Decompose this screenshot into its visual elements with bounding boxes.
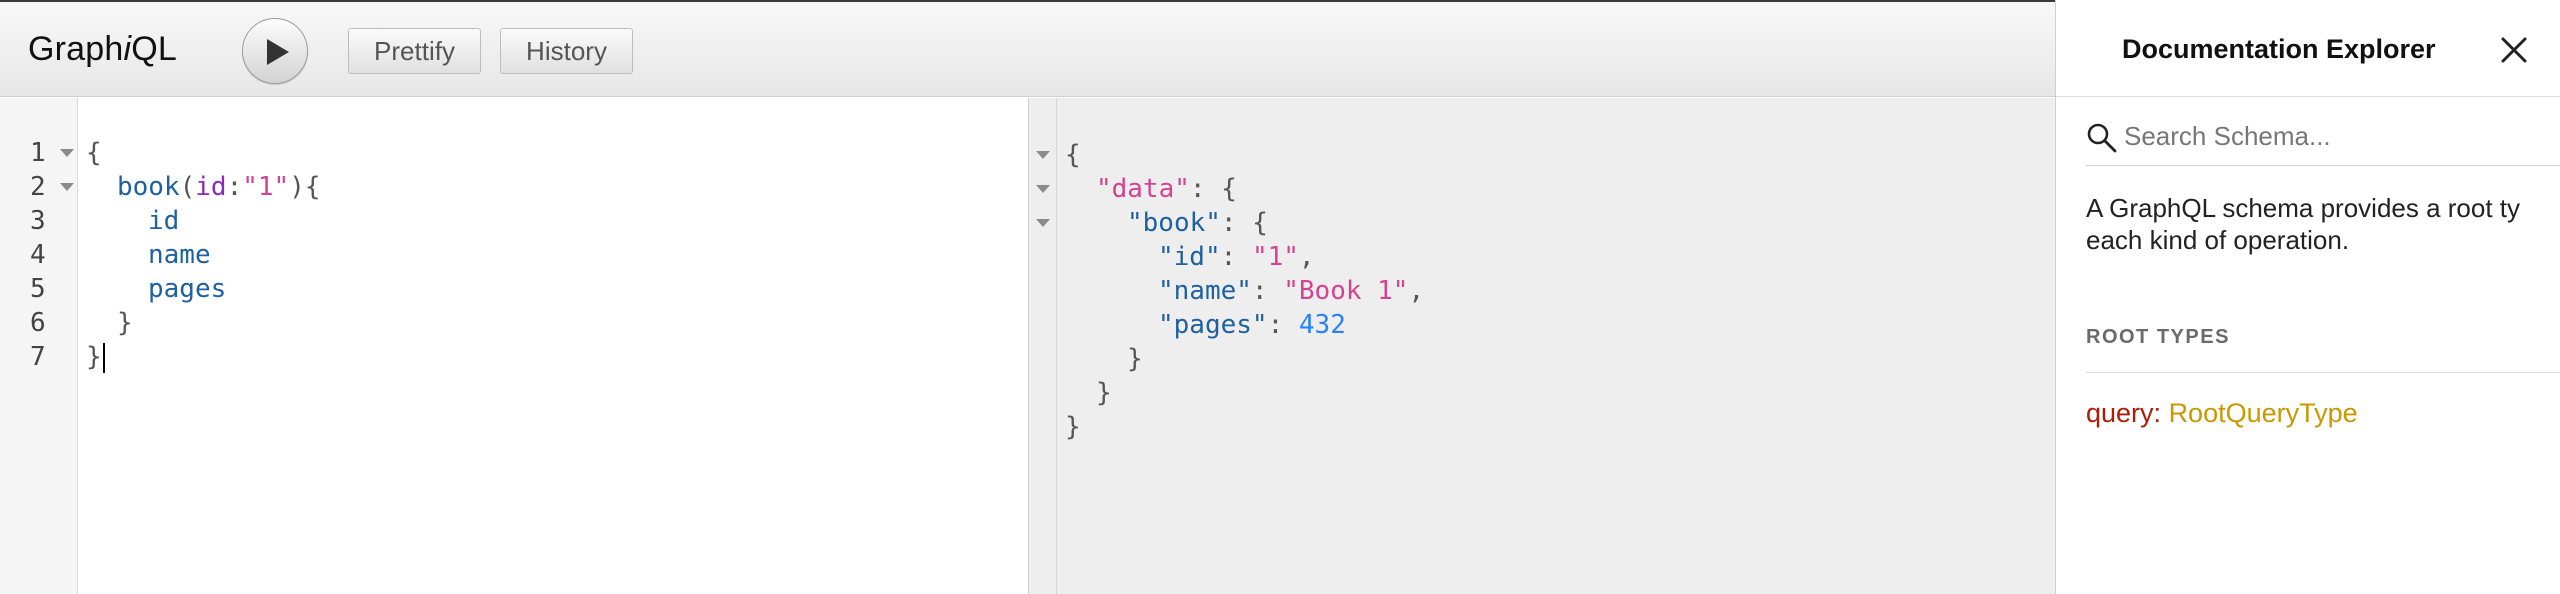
code-token: pages xyxy=(148,274,227,304)
code-token: ( xyxy=(179,172,196,202)
line-number: 4 xyxy=(30,240,46,270)
result-line: "book": { xyxy=(1127,206,1268,240)
code-token: : { xyxy=(1220,208,1268,238)
root-type-query: query: RootQueryType xyxy=(2086,398,2358,429)
code-line: id xyxy=(148,204,179,238)
code-token: } xyxy=(1127,344,1143,374)
line-number: 2 xyxy=(30,172,46,202)
code-token: } xyxy=(86,342,102,372)
code-token: , xyxy=(1298,242,1315,272)
section-divider xyxy=(2086,372,2560,373)
code-token: ){ xyxy=(289,172,321,202)
line-number: 7 xyxy=(30,342,46,372)
line-number: 1 xyxy=(30,138,46,168)
code-token: : xyxy=(226,172,243,202)
code-token: name xyxy=(148,240,211,270)
fold-arrow-icon[interactable] xyxy=(60,183,74,191)
code-line: name xyxy=(148,238,211,272)
result-line: } xyxy=(1065,410,1081,444)
close-icon[interactable] xyxy=(2500,36,2528,64)
docs-header: Documentation Explorer xyxy=(2056,0,2560,97)
run-query-button[interactable] xyxy=(242,18,308,84)
docs-description-line: each kind of operation. xyxy=(2086,225,2350,255)
search-icon xyxy=(2087,123,2117,153)
fold-arrow-icon[interactable] xyxy=(60,149,74,157)
code-token: "Book 1" xyxy=(1283,276,1409,306)
code-token: "book" xyxy=(1127,208,1221,238)
code-token: } xyxy=(117,308,133,338)
code-token: id xyxy=(195,172,227,202)
docs-title: Documentation Explorer xyxy=(2122,34,2436,64)
title-suffix: QL xyxy=(131,30,178,68)
top-bar: GraphiQL Prettify History xyxy=(0,0,2055,97)
documentation-explorer: Documentation Explorer A GraphQL schema … xyxy=(2055,0,2560,594)
code-token: id xyxy=(148,206,180,236)
docs-search xyxy=(2086,114,2560,166)
search-schema-input[interactable] xyxy=(2124,116,2554,156)
result-viewer[interactable]: { "data": { "book": { "id": "1", "name":… xyxy=(1028,98,2055,594)
result-line: "id": "1", xyxy=(1158,240,1315,274)
result-line: "data": { xyxy=(1096,172,1237,206)
code-token: } xyxy=(1065,412,1081,442)
code-token: "name" xyxy=(1158,276,1252,306)
code-token: 432 xyxy=(1298,310,1346,340)
result-line: } xyxy=(1127,342,1143,376)
line-number: 3 xyxy=(30,206,46,236)
code-token: "1" xyxy=(1251,242,1299,272)
root-type-keyword: query xyxy=(2086,398,2154,428)
fold-arrow-icon[interactable] xyxy=(1036,185,1050,193)
code-token: book xyxy=(117,172,180,202)
code-token: "1" xyxy=(242,172,290,202)
code-token: "pages" xyxy=(1158,310,1268,340)
code-token: : xyxy=(1220,242,1252,272)
root-query-type-link[interactable]: RootQueryType xyxy=(2169,398,2358,428)
title-prefix: Graph xyxy=(28,30,124,68)
code-token: : xyxy=(1267,310,1299,340)
docs-description-line: A GraphQL schema provides a root ty xyxy=(2086,193,2521,223)
code-token: } xyxy=(1096,378,1112,408)
code-token: "id" xyxy=(1158,242,1221,272)
result-line: "name": "Book 1", xyxy=(1158,274,1424,308)
code-token: : { xyxy=(1189,174,1237,204)
line-number-gutter: 1 2 3 4 5 6 7 xyxy=(0,98,78,594)
line-number: 6 xyxy=(30,308,46,338)
result-line: "pages": 432 xyxy=(1158,308,1346,342)
graphiql-app: GraphiQL Prettify History 1 2 3 4 5 6 7 … xyxy=(0,0,2560,594)
code-line: book(id:"1"){ xyxy=(117,170,321,204)
code-token: { xyxy=(1065,140,1081,170)
line-number: 5 xyxy=(30,274,46,304)
result-gutter xyxy=(1029,98,1057,594)
app-title: GraphiQL xyxy=(28,30,177,69)
query-editor[interactable]: 1 2 3 4 5 6 7 { book(id:"1"){ id name pa… xyxy=(0,98,1028,594)
play-icon xyxy=(267,39,289,65)
code-line: { xyxy=(86,136,102,170)
result-line: } xyxy=(1096,376,1112,410)
code-token: "data" xyxy=(1096,174,1190,204)
history-button[interactable]: History xyxy=(500,28,633,74)
code-line: pages xyxy=(148,272,226,306)
code-token: { xyxy=(86,138,102,168)
fold-arrow-icon[interactable] xyxy=(1036,151,1050,159)
code-token: , xyxy=(1408,276,1425,306)
code-token: : xyxy=(1251,276,1284,306)
root-type-separator: : xyxy=(2153,398,2169,428)
prettify-button[interactable]: Prettify xyxy=(348,28,481,74)
result-line: { xyxy=(1065,138,1081,172)
text-cursor xyxy=(102,342,105,373)
fold-arrow-icon[interactable] xyxy=(1036,219,1050,227)
docs-description: A GraphQL schema provides a root ty each… xyxy=(2086,192,2560,256)
root-types-heading: ROOT TYPES xyxy=(2086,326,2230,348)
code-line: } xyxy=(86,340,105,374)
code-line: } xyxy=(117,306,133,340)
